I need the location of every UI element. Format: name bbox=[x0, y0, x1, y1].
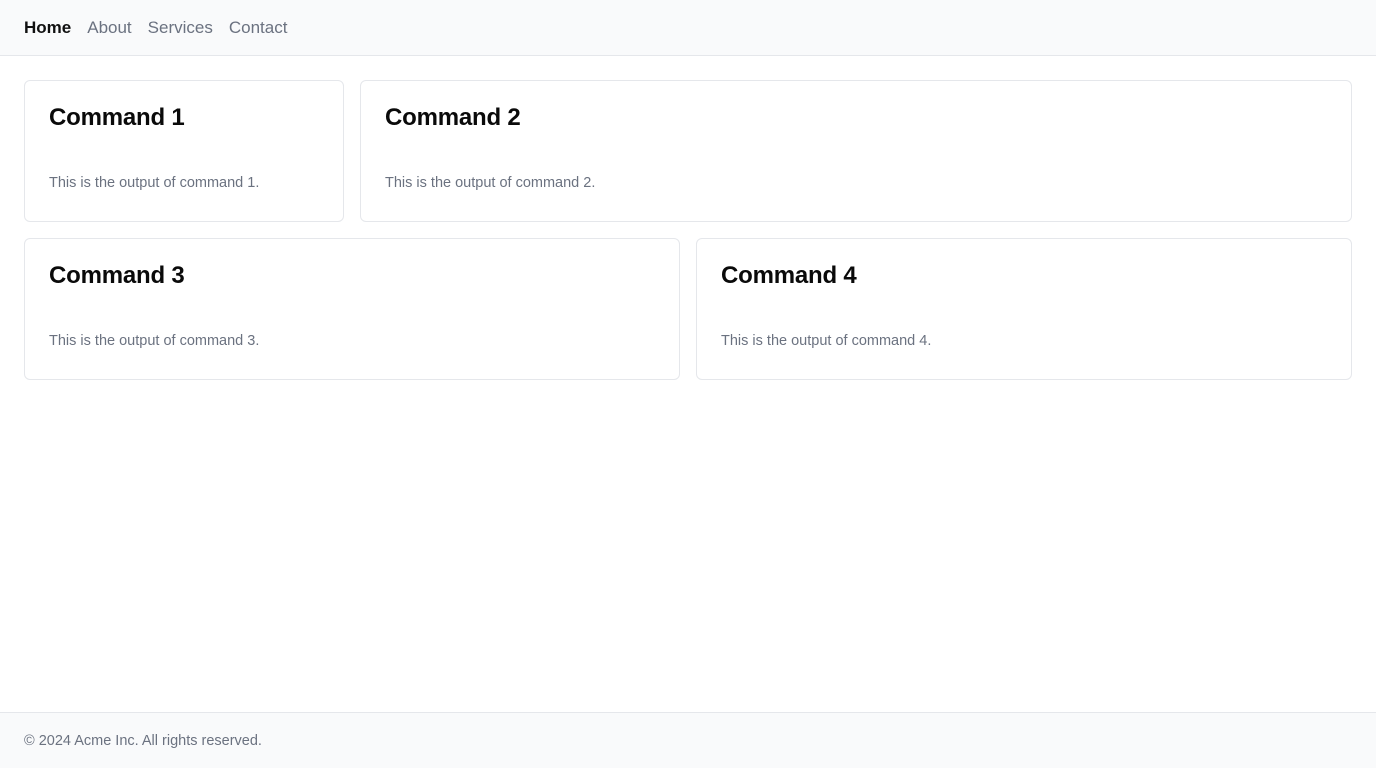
command-card-3: Command 3 This is the output of command … bbox=[24, 238, 680, 380]
command-card-1: Command 1 This is the output of command … bbox=[24, 80, 344, 222]
card-title: Command 4 bbox=[721, 262, 857, 289]
card-title: Command 2 bbox=[385, 104, 521, 131]
card-title: Command 3 bbox=[49, 262, 185, 289]
nav-link-about[interactable]: About bbox=[87, 18, 131, 38]
copyright-text: © 2024 Acme Inc. All rights reserved. bbox=[24, 732, 262, 749]
page-footer: © 2024 Acme Inc. All rights reserved. bbox=[0, 712, 1376, 768]
nav-link-services[interactable]: Services bbox=[148, 18, 213, 38]
nav-link-contact[interactable]: Contact bbox=[229, 18, 288, 38]
card-output: This is the output of command 3. bbox=[49, 333, 260, 349]
card-title: Command 1 bbox=[49, 104, 185, 131]
card-output: This is the output of command 1. bbox=[49, 175, 260, 191]
card-output: This is the output of command 2. bbox=[385, 175, 596, 191]
command-card-2: Command 2 This is the output of command … bbox=[360, 80, 1352, 222]
nav-link-home[interactable]: Home bbox=[24, 18, 71, 38]
command-card-4: Command 4 This is the output of command … bbox=[696, 238, 1352, 380]
card-output: This is the output of command 4. bbox=[721, 333, 932, 349]
top-navbar: Home About Services Contact bbox=[0, 0, 1376, 56]
